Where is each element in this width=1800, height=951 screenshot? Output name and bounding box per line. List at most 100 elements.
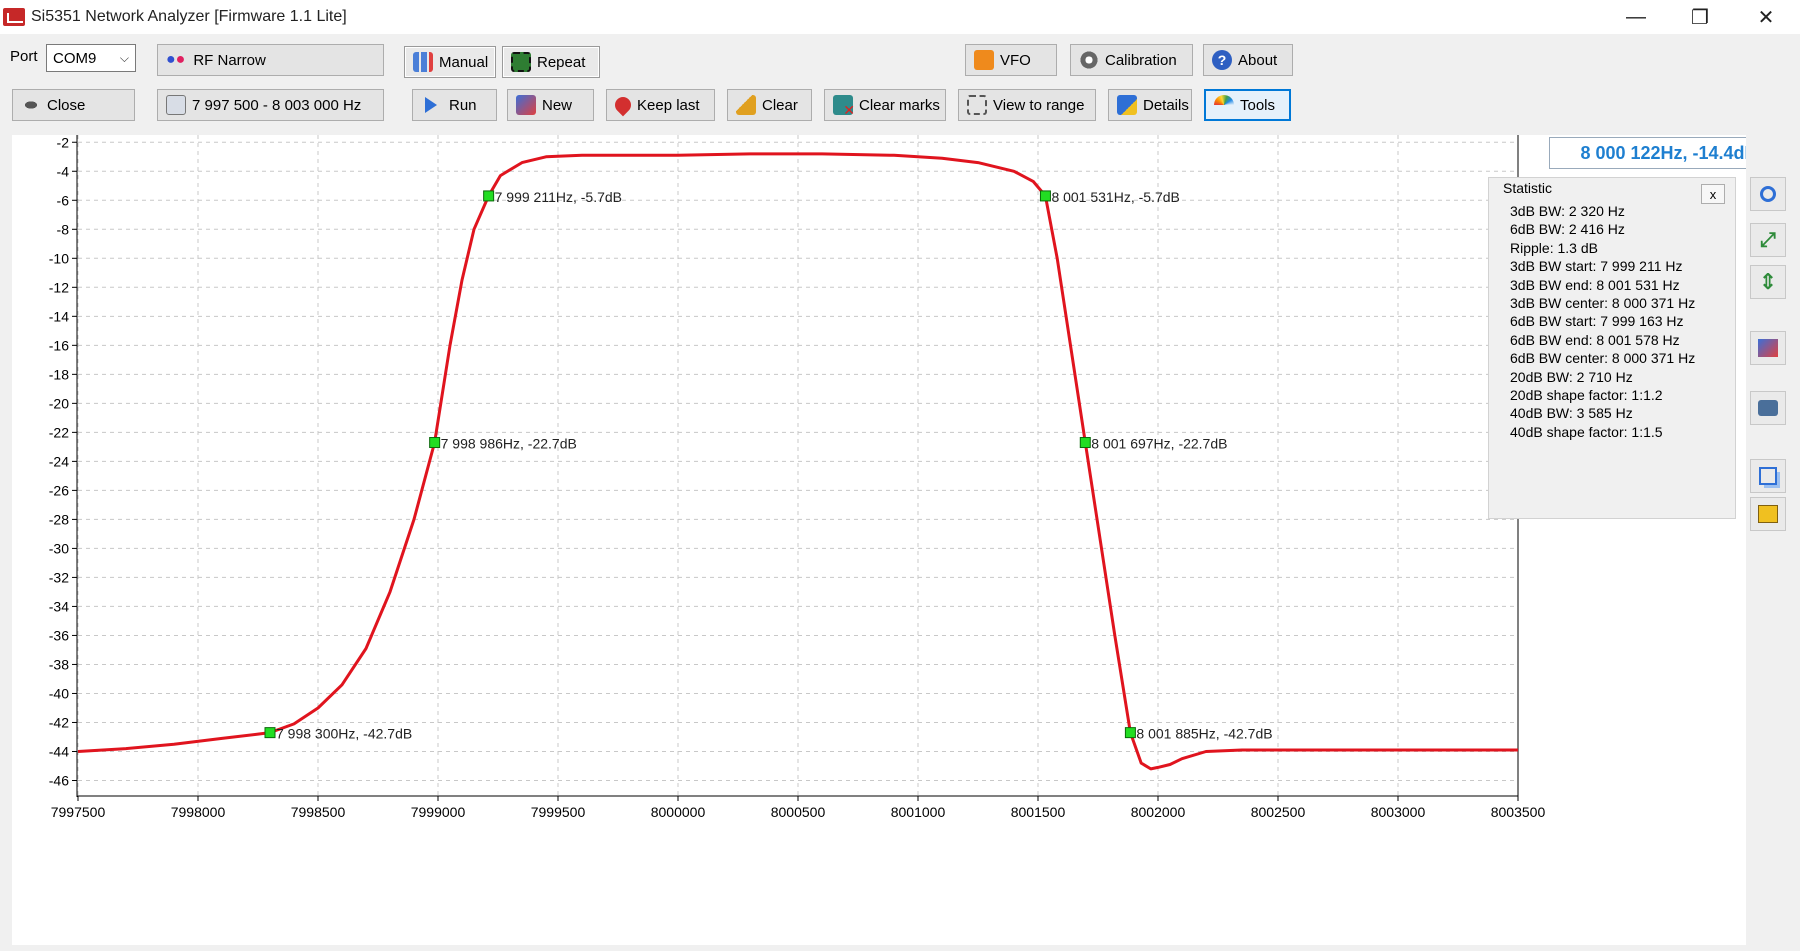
- about-button[interactable]: ? About: [1203, 44, 1293, 76]
- about-label: About: [1238, 51, 1278, 69]
- x-tick-label: 7998500: [291, 804, 346, 820]
- window-title: Si5351 Network Analyzer [Firmware 1.1 Li…: [31, 8, 347, 25]
- marker-point[interactable]: [483, 190, 495, 202]
- view-to-range-button[interactable]: View to range: [958, 89, 1096, 121]
- broom-icon: [736, 95, 756, 115]
- details-button[interactable]: Details: [1108, 89, 1192, 121]
- repeat-button[interactable]: Repeat: [502, 46, 600, 78]
- y-tick-label: -26: [49, 482, 69, 498]
- x-tick-label: 8001500: [1011, 804, 1066, 820]
- y-tick-label: -4: [57, 163, 70, 179]
- response-chart[interactable]: -2 -4 -6 -8 -10 -12 -14 -16 -18 -20 -22 -24 -26 -28 -3…: [12, 135, 1746, 945]
- stat-line: 40dB BW: 3 585 Hz: [1510, 405, 1633, 422]
- stat-line: 3dB BW: 2 320 Hz: [1510, 203, 1625, 219]
- camera-button[interactable]: [1750, 391, 1786, 425]
- marker-point[interactable]: [1124, 727, 1136, 739]
- stat-line: Ripple: 1.3 dB: [1510, 239, 1598, 256]
- repeat-label: Repeat: [537, 53, 586, 71]
- clear-marks-icon: ✕: [833, 95, 855, 118]
- marker-point[interactable]: [429, 437, 441, 449]
- marker-point[interactable]: [1039, 190, 1051, 202]
- new-label: New: [542, 96, 573, 114]
- vertical-fit-button[interactable]: ⇕: [1750, 265, 1786, 299]
- marker-point[interactable]: [1079, 437, 1091, 449]
- side-toolbar: ⤢ ⇕: [1746, 135, 1800, 945]
- x-tick-label: 7999000: [411, 804, 466, 820]
- x-tick-label: 8003000: [1371, 804, 1426, 820]
- eye-icon: [21, 95, 41, 115]
- clear-marks-button[interactable]: ✕ Clear marks: [824, 89, 946, 121]
- manual-label: Manual: [439, 53, 489, 71]
- x-tick-label: 8002500: [1251, 804, 1306, 820]
- marker-label: 7 998 300Hz, -42.7dB: [276, 726, 412, 742]
- fit-button[interactable]: ⤢: [1750, 223, 1786, 257]
- y-tick-label: -18: [49, 366, 69, 382]
- rainbow-icon: [1214, 95, 1234, 115]
- chart-button[interactable]: [1750, 331, 1786, 365]
- marker-label: 7 998 986Hz, -22.7dB: [441, 436, 577, 452]
- port-select[interactable]: COM9 ⌵: [46, 44, 136, 72]
- copy-button[interactable]: [1750, 459, 1786, 493]
- dots-icon: ●●: [166, 51, 186, 68]
- save-button[interactable]: [1750, 497, 1786, 531]
- y-tick-label: -2: [57, 135, 70, 150]
- mode-button[interactable]: ●● RF Narrow: [157, 44, 384, 76]
- y-tick-label: -44: [49, 743, 69, 759]
- clear-button[interactable]: Clear: [727, 89, 812, 121]
- stat-line: 6dB BW center: 8 000 371 Hz: [1510, 350, 1696, 367]
- close-window-button[interactable]: ✕: [1734, 0, 1798, 34]
- x-tick-label: 7997500: [51, 804, 106, 820]
- x-tick-label: 7998000: [171, 804, 226, 820]
- help-icon: ?: [1212, 50, 1232, 70]
- fit-icon: ⤢: [1760, 228, 1776, 251]
- stat-line: 3dB BW end: 8 001 531 Hz: [1510, 276, 1680, 293]
- clear-marks-label: Clear marks: [859, 96, 940, 114]
- new-button[interactable]: New: [507, 89, 594, 121]
- statistic-close-button[interactable]: x: [1701, 184, 1725, 204]
- app-icon: [3, 8, 25, 26]
- run-button[interactable]: Run: [412, 89, 497, 121]
- minimize-button[interactable]: —: [1604, 0, 1668, 34]
- y-tick-label: -28: [49, 511, 69, 527]
- maximize-button[interactable]: ❐: [1668, 0, 1732, 34]
- x-tick-label: 8003500: [1491, 804, 1546, 820]
- stat-line: 20dB shape factor: 1:1.2: [1510, 387, 1663, 404]
- zoom-button[interactable]: [1750, 177, 1786, 211]
- range-view-icon: [967, 95, 987, 115]
- tools-button[interactable]: Tools: [1204, 89, 1291, 121]
- x-tick-label: 8002000: [1131, 804, 1186, 820]
- manual-button[interactable]: Manual: [404, 46, 496, 78]
- y-tick-label: -32: [49, 569, 69, 585]
- y-tick-label: -38: [49, 656, 69, 672]
- marker-label: 8 001 697Hz, -22.7dB: [1091, 436, 1227, 452]
- calibration-label: Calibration: [1105, 51, 1177, 69]
- bar-chart-icon: [413, 52, 433, 72]
- close-port-button[interactable]: Close: [12, 89, 135, 121]
- vfo-button[interactable]: VFO: [965, 44, 1057, 76]
- y-tick-label: -14: [49, 308, 69, 324]
- y-tick-label: -34: [49, 598, 69, 614]
- range-button[interactable]: 7 997 500 - 8 003 000 Hz: [157, 89, 384, 121]
- stat-line: 3dB BW start: 7 999 211 Hz: [1510, 258, 1683, 275]
- copy-icon: [1759, 467, 1777, 485]
- y-tick-label: -46: [49, 772, 69, 788]
- port-value: COM9: [53, 49, 97, 67]
- rss-icon: [974, 50, 994, 70]
- marker-point[interactable]: [264, 727, 276, 739]
- calibration-button[interactable]: Calibration: [1070, 44, 1193, 76]
- keep-last-button[interactable]: Keep last: [606, 89, 715, 121]
- y-tick-label: -8: [57, 221, 70, 237]
- statistic-title: Statistic: [1503, 180, 1553, 196]
- y-tick-label: -30: [49, 540, 69, 556]
- statistic-panel: Statistic x 3dB BW: 2 320 Hz 6dB BW: 2 4…: [1488, 177, 1736, 519]
- vertical-fit-icon: ⇕: [1758, 269, 1778, 294]
- x-tick-label: 8001000: [891, 804, 946, 820]
- gear-icon: [1079, 50, 1099, 70]
- y-tick-label: -10: [49, 250, 69, 266]
- range-label: 7 997 500 - 8 003 000 Hz: [192, 96, 362, 114]
- film-icon: [511, 52, 531, 72]
- stat-line: 3dB BW center: 8 000 371 Hz: [1510, 295, 1696, 312]
- y-tick-label: -12: [49, 279, 69, 295]
- chart-area[interactable]: -2 -4 -6 -8 -10 -12 -14 -16 -18 -20 -22 -24 -26 -28 -3…: [12, 135, 1746, 945]
- new-chart-icon: [516, 95, 536, 115]
